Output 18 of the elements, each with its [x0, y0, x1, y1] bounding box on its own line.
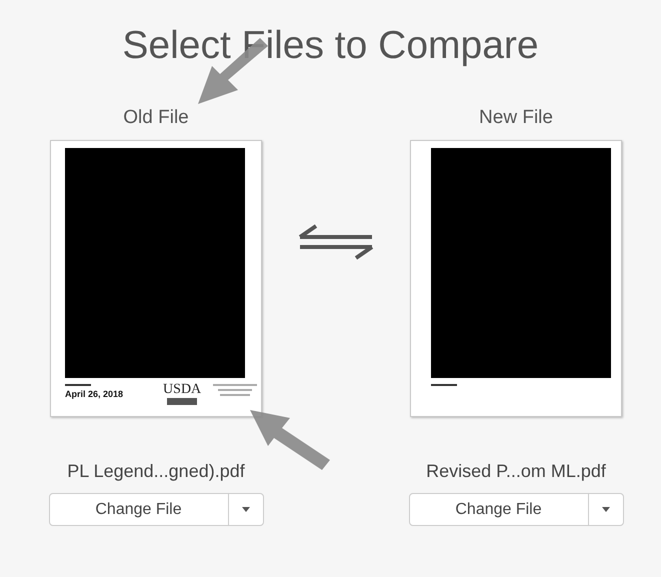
- change-file-split-button[interactable]: Change File: [48, 493, 264, 526]
- change-file-button[interactable]: Change File: [50, 494, 228, 525]
- date-text: April 26, 2018: [65, 388, 124, 401]
- change-file-button[interactable]: Change File: [410, 494, 588, 525]
- file-label: Old File: [123, 106, 189, 130]
- file-name: Revised P...om ML.pdf: [426, 460, 606, 483]
- file-label: New File: [479, 106, 553, 130]
- swap-icon[interactable]: [298, 224, 374, 260]
- caret-icon: [602, 507, 610, 512]
- file-name: PL Legend...gned).pdf: [67, 460, 245, 483]
- usda-logo: USDA: [163, 382, 202, 405]
- small-text-line: [65, 384, 91, 386]
- small-text-drawing: [213, 384, 258, 396]
- file-thumbnail[interactable]: [410, 140, 622, 417]
- caret-icon: [242, 507, 250, 512]
- small-text-line: [431, 384, 457, 386]
- file-thumbnail[interactable]: April 26, 2018 USDA: [50, 140, 262, 417]
- change-file-split-button[interactable]: Change File: [408, 493, 624, 526]
